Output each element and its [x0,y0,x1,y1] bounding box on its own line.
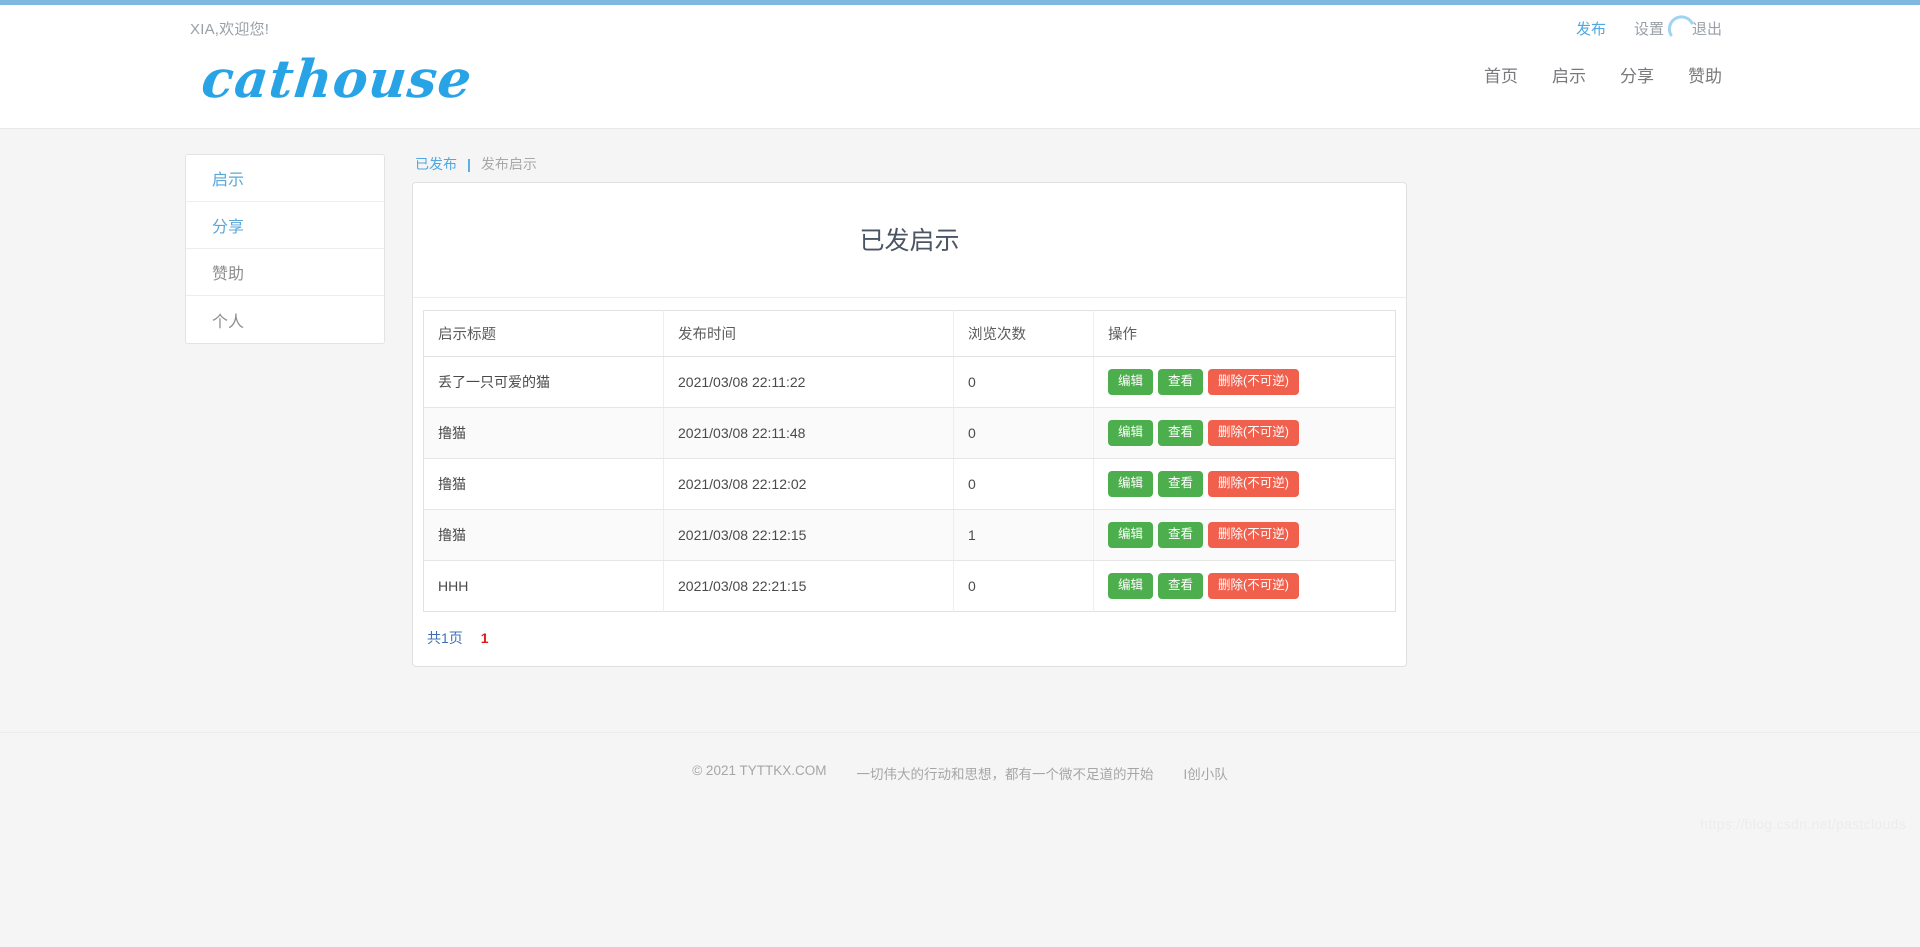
site-footer: © 2021 TYTTKX.COM 一切伟大的行动和思想，都有一个微不足道的开始… [0,732,1920,842]
sidebar-item-qishi[interactable]: 启示 [186,155,384,202]
published-table: 启示标题 发布时间 浏览次数 操作 丢了一只可爱的猫 2021/03/08 22… [423,310,1396,612]
action-button-group: 编辑 查看 删除(不可逆) [1108,420,1395,446]
sidebar-item-label: 赞助 [212,266,245,283]
cell-views: 1 [953,509,1094,561]
footer-team: I创小队 [1183,767,1228,782]
cell-title: 撸猫 [423,407,664,459]
cell-title: 撸猫 [423,458,664,510]
action-button-group: 编辑 查看 删除(不可逆) [1108,522,1395,548]
published-panel: 已发启示 启示标题 发布时间 浏览次数 操作 丢了一只可爱的猫 2021/03/… [412,182,1407,667]
sidebar: 启示 分享 赞助 个人 [185,154,385,344]
breadcrumb-separator: | [467,156,471,172]
delete-button[interactable]: 删除(不可逆) [1208,522,1299,548]
cell-actions: 编辑 查看 删除(不可逆) [1093,407,1396,459]
view-button[interactable]: 查看 [1158,471,1204,497]
cell-views: 0 [953,407,1094,459]
breadcrumb: 已发布 | 发布启示 [412,154,1407,174]
main-nav-home[interactable]: 首页 [1484,62,1518,87]
cell-time: 2021/03/08 22:12:02 [663,458,954,510]
util-nav-publish[interactable]: 发布 [1576,18,1606,39]
brand-logo[interactable]: cathouse [199,49,475,110]
cell-actions: 编辑 查看 删除(不可逆) [1093,458,1396,510]
main-column: 已发布 | 发布启示 已发启示 启示标题 发布时间 浏览次数 操作 丢了一只可爱… [412,154,1407,667]
sidebar-item-label: 个人 [212,313,245,331]
edit-button[interactable]: 编辑 [1108,369,1154,395]
footer-copyright: © 2021 TYTTKX.COM [692,763,827,778]
view-button[interactable]: 查看 [1158,573,1204,599]
cell-views: 0 [953,458,1094,510]
table-row: 丢了一只可爱的猫 2021/03/08 22:11:22 0 编辑 查看 删除(… [423,356,1396,408]
header-inner: XIA,欢迎您! 发布 设置 退出 cathouse 首页 启示 分享 赞助 [180,5,1740,128]
page-body: 启示 分享 赞助 个人 已发布 | 发布启示 已发启示 启示标题 发布时间 浏览… [0,129,1920,842]
loading-spinner-icon [1667,15,1694,37]
column-header-views: 浏览次数 [953,310,1094,357]
delete-button[interactable]: 删除(不可逆) [1208,420,1299,446]
edit-button[interactable]: 编辑 [1108,522,1154,548]
delete-button[interactable]: 删除(不可逆) [1208,369,1299,395]
main-nav: 首页 启示 分享 赞助 [1484,62,1722,87]
column-header-title: 启示标题 [423,310,664,357]
watermark: https://blog.csdn.net/pastclouds [1700,816,1906,832]
pagination: 共1页 1 [413,612,1406,666]
action-button-group: 编辑 查看 删除(不可逆) [1108,471,1395,497]
sidebar-item-label: 分享 [212,219,245,236]
tab-published[interactable]: 已发布 [415,154,457,174]
util-nav-settings[interactable]: 设置 [1634,18,1664,39]
table-body: 丢了一只可爱的猫 2021/03/08 22:11:22 0 编辑 查看 删除(… [423,356,1396,612]
delete-button[interactable]: 删除(不可逆) [1208,471,1299,497]
table-wrapper: 启示标题 发布时间 浏览次数 操作 丢了一只可爱的猫 2021/03/08 22… [413,298,1406,612]
action-button-group: 编辑 查看 删除(不可逆) [1108,369,1395,395]
sidebar-item-share[interactable]: 分享 [186,202,384,249]
pagination-total[interactable]: 共1页 [427,628,463,648]
page-title: 已发启示 [413,183,1406,298]
view-button[interactable]: 查看 [1158,522,1204,548]
sidebar-item-sponsor[interactable]: 赞助 [186,249,384,296]
edit-button[interactable]: 编辑 [1108,471,1154,497]
cell-views: 0 [953,356,1094,408]
column-header-time: 发布时间 [663,310,954,357]
cell-title: 撸猫 [423,509,664,561]
cell-actions: 编辑 查看 删除(不可逆) [1093,509,1396,561]
edit-button[interactable]: 编辑 [1108,573,1154,599]
cell-title: HHH [423,560,664,612]
main-nav-sponsor[interactable]: 赞助 [1688,62,1722,87]
table-row: 撸猫 2021/03/08 22:11:48 0 编辑 查看 删除(不可逆) [423,407,1396,459]
pagination-current-page[interactable]: 1 [481,630,489,646]
sidebar-item-label: 启示 [212,172,245,189]
site-header: XIA,欢迎您! 发布 设置 退出 cathouse 首页 启示 分享 赞助 [0,5,1920,129]
cell-time: 2021/03/08 22:11:22 [663,356,954,408]
table-header-row: 启示标题 发布时间 浏览次数 操作 [423,310,1396,357]
cell-title: 丢了一只可爱的猫 [423,356,664,408]
main-nav-qishi[interactable]: 启示 [1552,62,1586,87]
footer-line: © 2021 TYTTKX.COM 一切伟大的行动和思想，都有一个微不足道的开始… [692,763,1228,783]
cell-actions: 编辑 查看 删除(不可逆) [1094,561,1396,612]
cell-time: 2021/03/08 22:11:48 [663,407,954,459]
welcome-message: XIA,欢迎您! [190,21,270,38]
content-inner: 启示 分享 赞助 个人 已发布 | 发布启示 已发启示 启示标题 发布时间 浏览… [180,129,1740,667]
cell-views: 0 [953,560,1094,612]
utility-nav: 发布 设置 退出 [1576,18,1722,39]
edit-button[interactable]: 编辑 [1108,420,1154,446]
view-button[interactable]: 查看 [1158,369,1204,395]
cell-actions: 编辑 查看 删除(不可逆) [1093,356,1396,408]
tab-publish-new[interactable]: 发布启示 [481,154,537,174]
action-button-group: 编辑 查看 删除(不可逆) [1108,573,1395,599]
cell-time: 2021/03/08 22:21:15 [663,560,954,612]
table-row: HHH 2021/03/08 22:21:15 0 编辑 查看 删除(不可逆) [423,560,1396,612]
table-row: 撸猫 2021/03/08 22:12:15 1 编辑 查看 删除(不可逆) [423,509,1396,561]
table-row: 撸猫 2021/03/08 22:12:02 0 编辑 查看 删除(不可逆) [423,458,1396,510]
sidebar-item-personal[interactable]: 个人 [186,296,384,343]
table-head: 启示标题 发布时间 浏览次数 操作 [423,310,1396,357]
column-header-operations: 操作 [1093,310,1396,357]
footer-slogan: 一切伟大的行动和思想，都有一个微不足道的开始 [856,767,1154,782]
cell-time: 2021/03/08 22:12:15 [663,509,954,561]
delete-button[interactable]: 删除(不可逆) [1208,573,1299,599]
main-nav-share[interactable]: 分享 [1620,62,1654,87]
view-button[interactable]: 查看 [1158,420,1204,446]
